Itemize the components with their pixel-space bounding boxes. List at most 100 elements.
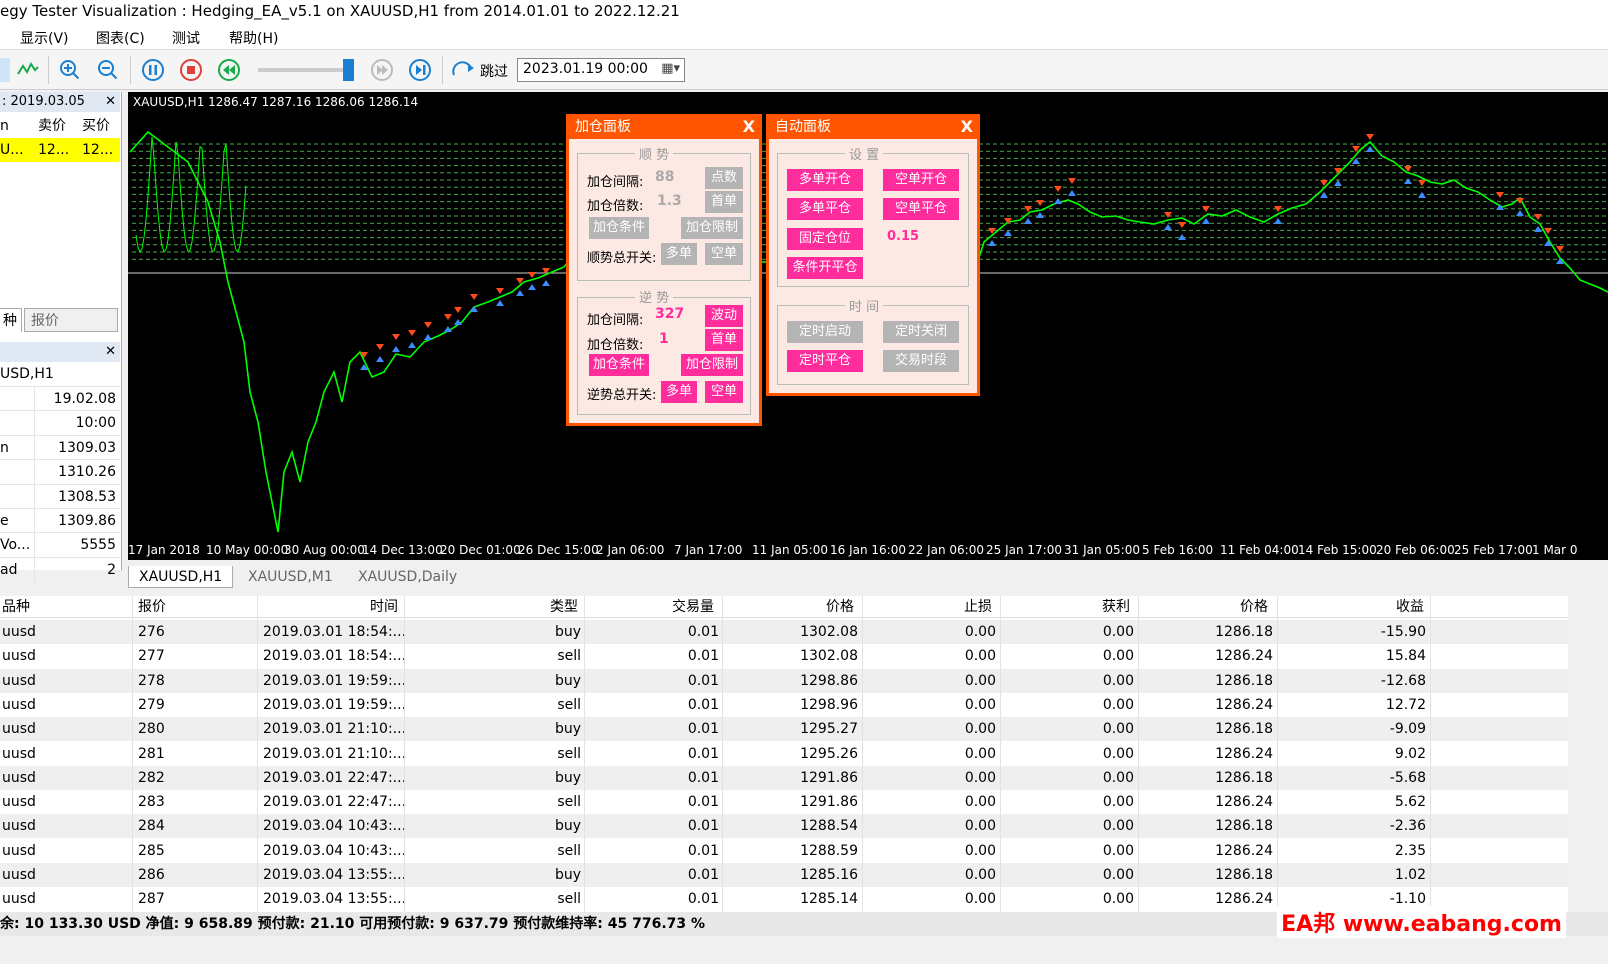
tab-xauusd-daily[interactable]: XAUUSD,Daily <box>348 566 467 588</box>
zoom-out-icon[interactable] <box>96 58 120 82</box>
x-axis-tick-label: 11 Jan 05:00 <box>752 543 828 557</box>
close-icon[interactable]: ✕ <box>105 342 116 362</box>
order-row[interactable]: uusd 279 2019.03.01 19:59:... sell 0.01 1298.… <box>0 692 1568 717</box>
counter-long-button[interactable]: 多单 <box>661 381 697 403</box>
order-cell-time: 2019.03.01 22:47:... <box>263 794 407 811</box>
tab-quotes[interactable]: 报价 <box>24 308 118 332</box>
tab-xauusd-h1[interactable]: XAUUSD,H1 <box>128 566 234 588</box>
order-cell-price: 1288.59 <box>800 842 858 859</box>
close-icon[interactable]: ✕ <box>105 92 116 112</box>
counter-interval-value[interactable]: 327 <box>655 306 684 322</box>
buy-arrow-icon <box>376 356 384 362</box>
order-cell-type: buy <box>554 867 581 883</box>
order-row[interactable]: uusd 282 2019.03.01 22:47:... buy 0.01 1291.8… <box>0 765 1568 790</box>
order-row[interactable]: uusd 285 2019.03.04 10:43:... sell 0.01 1288.… <box>0 838 1568 863</box>
trend-short-button[interactable]: 空单 <box>705 243 743 265</box>
menu-chart[interactable]: 图表(C) <box>96 28 145 48</box>
order-cell-price: 1285.14 <box>800 891 858 908</box>
order-cell-ticket: 276 <box>138 624 165 640</box>
menu-view[interactable]: 显示(V) <box>20 28 69 48</box>
order-cell-current-price: 1286.24 <box>1215 696 1273 713</box>
col-stop-loss[interactable]: 止损 <box>964 596 992 618</box>
menu-help[interactable]: 帮助(H) <box>229 28 278 48</box>
sell-arrow-icon <box>1556 246 1564 252</box>
timer-close-button[interactable]: 定时平仓 <box>787 350 863 372</box>
order-cell-profit: -15.90 <box>1380 624 1426 640</box>
order-row[interactable]: uusd 286 2019.03.04 13:55:... buy 0.01 1285.1… <box>0 863 1568 887</box>
trend-condition-button[interactable]: 加仓条件 <box>589 217 649 239</box>
jump-label[interactable]: 跳过 <box>480 61 508 81</box>
jump-icon[interactable] <box>451 58 475 82</box>
data-window-header: ✕ <box>0 342 120 362</box>
zoom-in-icon[interactable] <box>58 58 82 82</box>
trend-multiplier-value[interactable]: 1.3 <box>657 193 682 209</box>
sell-arrow-icon <box>392 334 400 340</box>
order-cell-take-profit: 0.00 <box>1102 842 1134 859</box>
order-cell-ticket: 283 <box>138 794 165 811</box>
speed-slider[interactable] <box>258 68 350 72</box>
fixed-lot-button[interactable]: 固定仓位 <box>787 228 863 250</box>
order-cell-current-price: 1286.24 <box>1215 745 1273 762</box>
close-long-button[interactable]: 多单平仓 <box>787 198 863 220</box>
order-cell-profit: 12.72 <box>1385 696 1426 713</box>
col-type[interactable]: 类型 <box>550 596 578 618</box>
tab-symbols[interactable]: 种 <box>0 308 22 332</box>
order-cell-symbol: uusd <box>2 672 36 689</box>
jump-date-field[interactable]: 2023.01.19 00:00 ▦▾ <box>517 58 685 82</box>
fast-forward-icon[interactable] <box>370 58 394 82</box>
counter-fluctuation-button[interactable]: 波动 <box>705 305 743 327</box>
conditional-open-close-button[interactable]: 条件开平仓 <box>787 257 863 279</box>
menu-test[interactable]: 测试 <box>172 28 200 48</box>
stop-icon[interactable] <box>179 58 203 82</box>
order-cell-take-profit: 0.00 <box>1102 624 1134 640</box>
col-ticket[interactable]: 报价 <box>138 596 166 618</box>
open-short-button[interactable]: 空单开仓 <box>883 169 959 191</box>
calendar-dropdown-icon[interactable]: ▦▾ <box>661 61 680 76</box>
auto-panel-close-icon[interactable]: X <box>961 115 973 139</box>
buy-arrow-icon <box>1404 178 1412 184</box>
counter-short-button[interactable]: 空单 <box>705 381 743 403</box>
close-short-button[interactable]: 空单平仓 <box>883 198 959 220</box>
counter-condition-button[interactable]: 加仓条件 <box>589 354 649 376</box>
timer-stop-button[interactable]: 定时关闭 <box>883 321 959 343</box>
fixed-lot-value[interactable]: 0.15 <box>887 229 919 244</box>
trading-session-button[interactable]: 交易时段 <box>883 350 959 372</box>
pause-icon[interactable] <box>141 58 165 82</box>
line-chart-icon[interactable] <box>16 58 40 82</box>
counter-multiplier-value[interactable]: 1 <box>659 331 669 347</box>
trend-limit-button[interactable]: 加仓限制 <box>681 217 743 239</box>
trend-interval-value[interactable]: 88 <box>655 169 674 185</box>
order-row[interactable]: uusd 280 2019.03.01 21:10:... buy 0.01 1295.2… <box>0 717 1568 742</box>
order-row[interactable]: uusd 284 2019.03.04 10:43:... buy 0.01 1288.5… <box>0 814 1568 839</box>
data-window-value: 1309.86 <box>58 513 116 529</box>
col-symbol[interactable]: 品种 <box>2 596 30 618</box>
timer-start-button[interactable]: 定时启动 <box>787 321 863 343</box>
market-watch-row[interactable]: U... 12... 12... <box>0 138 120 162</box>
tab-xauusd-m1[interactable]: XAUUSD,M1 <box>238 566 343 588</box>
order-row[interactable]: uusd 276 2019.03.01 18:54:... buy 0.01 1302.0… <box>0 620 1568 644</box>
order-row[interactable]: uusd 281 2019.03.01 21:10:... sell 0.01 1295.… <box>0 741 1568 766</box>
trend-first-order-button[interactable]: 首单 <box>705 191 743 213</box>
col-take-profit[interactable]: 获利 <box>1102 596 1130 618</box>
col-time[interactable]: 时间 <box>370 596 398 618</box>
add-panel-close-icon[interactable]: X <box>743 115 755 139</box>
trend-long-button[interactable]: 多单 <box>661 243 697 265</box>
order-row[interactable]: uusd 277 2019.03.01 18:54:... sell 0.01 1302.… <box>0 644 1568 669</box>
order-cell-profit: -9.09 <box>1389 721 1426 738</box>
counter-first-order-button[interactable]: 首单 <box>705 329 743 351</box>
counter-limit-button[interactable]: 加仓限制 <box>681 354 743 376</box>
col-profit[interactable]: 收益 <box>1396 596 1424 618</box>
rewind-icon[interactable] <box>217 58 241 82</box>
order-row[interactable]: uusd 283 2019.03.01 22:47:... sell 0.01 1291.… <box>0 790 1568 815</box>
order-cell-type: sell <box>557 842 581 859</box>
order-cell-price: 1295.26 <box>800 745 858 762</box>
trend-points-button[interactable]: 点数 <box>705 167 743 189</box>
order-cell-type: buy <box>554 672 581 689</box>
order-row[interactable]: uusd 278 2019.03.01 19:59:... buy 0.01 1298.8… <box>0 668 1568 693</box>
col-volume[interactable]: 交易量 <box>672 596 714 618</box>
col-current-price[interactable]: 价格 <box>1240 596 1268 618</box>
open-long-button[interactable]: 多单开仓 <box>787 169 863 191</box>
skip-to-end-icon[interactable] <box>408 58 432 82</box>
col-price[interactable]: 价格 <box>826 596 854 618</box>
speed-slider-thumb[interactable] <box>343 59 354 81</box>
